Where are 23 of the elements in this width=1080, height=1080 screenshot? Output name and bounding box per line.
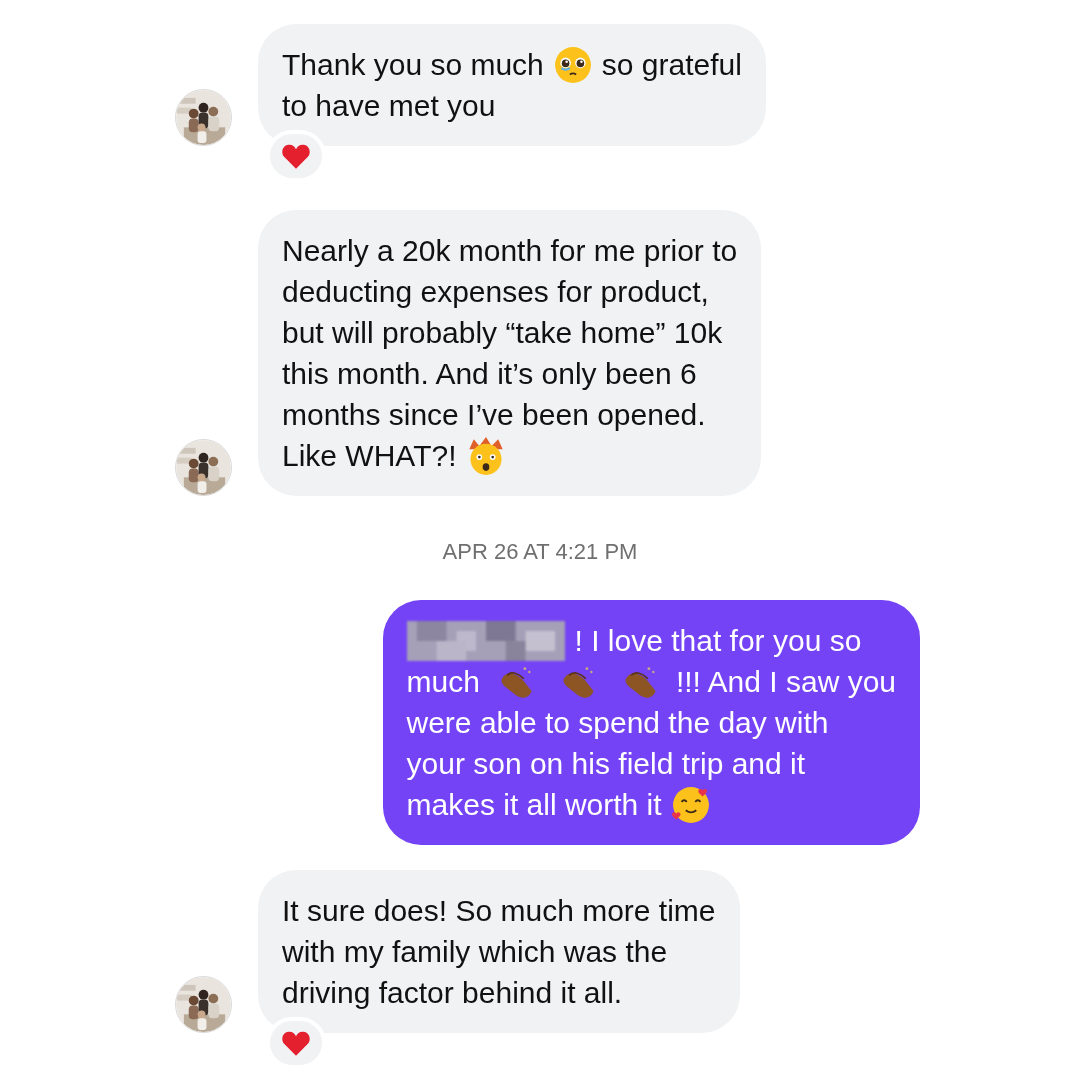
message-text: this month. And it’s only been 6 xyxy=(282,356,697,392)
timestamp: APR 26 AT 4:21 PM xyxy=(442,540,638,564)
message-text: It sure does! So much more time xyxy=(282,893,716,929)
message-text: months since I’ve been opened. xyxy=(282,397,706,433)
message-text: with my family which was the xyxy=(282,934,668,970)
message-text: were able to spend the day with xyxy=(406,705,829,741)
message-text: but will probably “take home” 10k xyxy=(282,315,723,351)
heart-icon xyxy=(281,142,311,170)
message-text: to have met you xyxy=(282,88,496,124)
message-text: Nearly a 20k month for me prior to xyxy=(282,233,738,269)
message-text: much xyxy=(406,664,480,700)
message-text: Thank you so much xyxy=(282,47,544,83)
message-text: ! I love that for you so xyxy=(574,623,862,659)
smiling-face-hearts-icon xyxy=(671,785,710,824)
message-text: driving factor behind it all. xyxy=(282,975,623,1011)
message-text: deducting expenses for product, xyxy=(282,274,709,310)
message-text: makes it all worth it xyxy=(406,787,662,823)
message-text: so grateful xyxy=(601,47,742,83)
message-text: your son on his field trip and it xyxy=(406,746,806,782)
message-text: Like WHAT?! xyxy=(282,438,457,474)
pleading-face-icon xyxy=(553,45,592,84)
heart-icon xyxy=(281,1029,311,1057)
message-text: !!! And I saw you xyxy=(675,664,896,700)
